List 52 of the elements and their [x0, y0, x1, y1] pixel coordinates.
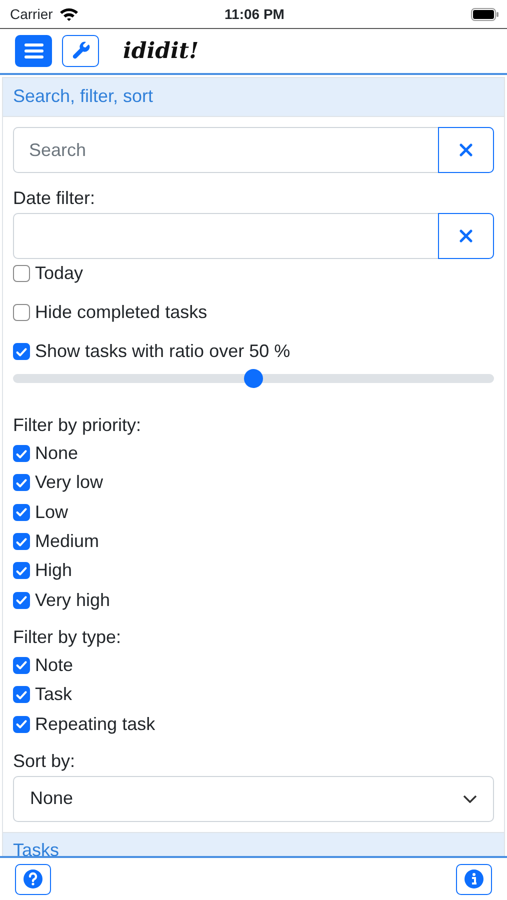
checkbox-label: Note	[35, 654, 74, 676]
info-button[interactable]	[456, 864, 492, 894]
wrench-icon	[70, 41, 90, 61]
panel-header[interactable]: Tasks	[3, 832, 504, 856]
checkbox-label: Low	[35, 502, 68, 523]
close-icon	[458, 142, 474, 158]
checkbox[interactable]	[13, 343, 30, 360]
search-field[interactable]: Search	[13, 127, 439, 173]
checkbox[interactable]	[13, 656, 30, 674]
section-label: Filter by priority:	[13, 415, 142, 436]
clear-button[interactable]	[438, 127, 494, 173]
help-icon	[23, 869, 43, 889]
checkbox[interactable]	[13, 716, 30, 733]
menu-icon	[24, 42, 44, 60]
section-label: Filter by type:	[13, 626, 122, 648]
carrier-label: Carrier	[10, 6, 53, 22]
wifi-icon	[58, 7, 79, 21]
settings-button[interactable]	[62, 35, 99, 67]
menu-button[interactable]	[15, 35, 52, 67]
help-button[interactable]	[15, 864, 51, 894]
checkbox-label: High	[35, 560, 72, 582]
date-field[interactable]	[13, 213, 439, 259]
sort-dropdown[interactable]: None	[13, 776, 494, 822]
checkbox-label: None	[35, 443, 78, 464]
checkbox[interactable]	[13, 592, 30, 609]
chevron-down-icon	[463, 794, 477, 803]
slider-thumb[interactable]	[244, 369, 263, 388]
checkbox[interactable]	[13, 304, 30, 321]
checkbox-label: Task	[35, 684, 72, 706]
checkbox-label: Very low	[35, 472, 104, 494]
checkbox-label: Medium	[35, 531, 100, 552]
clock-time: 11:06 PM	[224, 6, 284, 22]
checkbox-label: Repeating task	[35, 714, 156, 735]
checkbox[interactable]	[13, 474, 30, 492]
checkbox-label: Show tasks with ratio over 50 %	[35, 341, 290, 362]
clear-button[interactable]	[438, 213, 494, 259]
checkbox[interactable]	[13, 265, 30, 282]
panel-header[interactable]: Search, filter, sort	[3, 78, 504, 117]
close-icon	[458, 228, 474, 244]
battery-icon	[471, 8, 499, 20]
field-label: Date filter:	[13, 188, 96, 209]
app-title: ididit!	[123, 38, 199, 64]
checkbox[interactable]	[13, 562, 30, 580]
info-icon	[464, 869, 484, 889]
checkbox-label: Today	[35, 263, 84, 284]
checkbox-label: Very high	[35, 590, 110, 611]
checkbox[interactable]	[13, 533, 30, 550]
checkbox[interactable]	[13, 504, 30, 521]
checkbox[interactable]	[13, 445, 30, 462]
checkbox[interactable]	[13, 686, 30, 704]
section-label: Sort by:	[13, 750, 76, 772]
checkbox-label: Hide completed tasks	[35, 302, 208, 323]
